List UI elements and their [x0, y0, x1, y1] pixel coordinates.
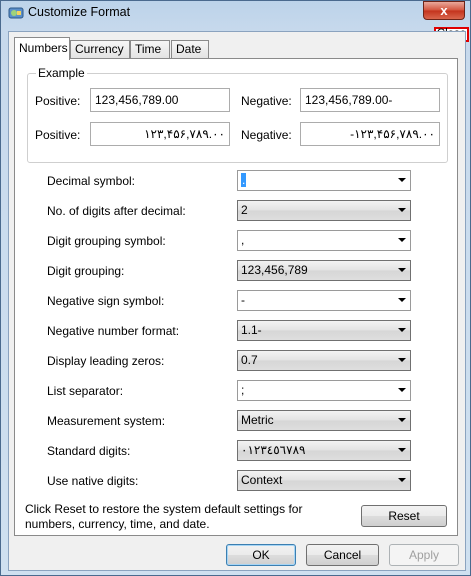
- negative-example-field: 123,456,789.00-: [300, 88, 440, 112]
- chevron-down-icon: [398, 388, 406, 392]
- negative-label: Negative:: [241, 94, 292, 108]
- use-native-digits-label: Use native digits:: [47, 474, 139, 488]
- reset-note: Click Reset to restore the system defaul…: [25, 502, 303, 531]
- display-leading-zeros-value: 0.7: [241, 353, 258, 367]
- list-separator-label: List separator:: [47, 384, 124, 398]
- chevron-down-icon: [398, 478, 406, 482]
- negative-number-format-label: Negative number format:: [47, 324, 180, 338]
- use-native-digits-dropdown[interactable]: Context: [237, 470, 411, 491]
- control-panel-icon: [8, 7, 24, 19]
- decimal-symbol-value: .: [241, 173, 247, 187]
- tab-date[interactable]: Date: [171, 40, 209, 58]
- digits-after-decimal-dropdown[interactable]: 2: [237, 200, 411, 221]
- display-leading-zeros-dropdown[interactable]: 0.7: [237, 350, 411, 371]
- window-close-button[interactable]: x: [423, 1, 465, 20]
- standard-digits-dropdown[interactable]: ٠١٢٣٤٥٦٧٨٩: [237, 440, 411, 461]
- chevron-down-icon: [398, 268, 406, 272]
- list-separator-combo[interactable]: ;: [237, 380, 411, 401]
- chevron-down-icon: [398, 328, 406, 332]
- chevron-down-icon: [398, 358, 406, 362]
- positive-example-field: 123,456,789.00: [90, 88, 230, 112]
- tab-numbers[interactable]: Numbers: [14, 37, 70, 60]
- negative-native-example-field: -۱۲۳,۴۵۶,۷۸۹.۰۰: [300, 122, 440, 146]
- negative-number-format-dropdown[interactable]: 1.1-: [237, 320, 411, 341]
- digit-grouping-symbol-value: ,: [241, 233, 245, 247]
- digit-grouping-symbol-label: Digit grouping symbol:: [47, 234, 166, 248]
- measurement-system-value: Metric: [241, 413, 274, 427]
- display-leading-zeros-label: Display leading zeros:: [47, 354, 165, 368]
- measurement-system-dropdown[interactable]: Metric: [237, 410, 411, 431]
- standard-digits-value: ٠١٢٣٤٥٦٧٨٩: [241, 443, 306, 457]
- digit-grouping-label: Digit grouping:: [47, 264, 125, 278]
- decimal-symbol-combo[interactable]: .: [237, 170, 411, 191]
- title-bar[interactable]: Customize Format x: [1, 1, 470, 25]
- use-native-digits-value: Context: [241, 473, 283, 487]
- chevron-down-icon: [398, 208, 406, 212]
- example-group-title: Example: [36, 66, 87, 80]
- negative-number-format-value: 1.1-: [241, 323, 262, 337]
- apply-button: Apply: [389, 544, 459, 566]
- tab-time[interactable]: Time: [130, 40, 170, 58]
- standard-digits-label: Standard digits:: [47, 444, 131, 458]
- digits-after-decimal-label: No. of digits after decimal:: [47, 204, 186, 218]
- negative-sign-symbol-combo[interactable]: -: [237, 290, 411, 311]
- decimal-symbol-label: Decimal symbol:: [47, 174, 136, 188]
- tab-currency[interactable]: Currency: [70, 40, 130, 58]
- list-separator-value: ;: [241, 383, 245, 397]
- cancel-button[interactable]: Cancel: [306, 544, 379, 566]
- digit-grouping-symbol-combo[interactable]: ,: [237, 230, 411, 251]
- chevron-down-icon: [398, 448, 406, 452]
- digit-grouping-dropdown[interactable]: 123,456,789: [237, 260, 411, 281]
- numbers-panel: Example Positive: 123,456,789.00 Negativ…: [14, 58, 458, 536]
- customize-format-window: Customize Format x Close Numbers Currenc…: [0, 0, 471, 576]
- example-group: Example Positive: 123,456,789.00 Negativ…: [27, 66, 448, 163]
- chevron-down-icon: [398, 178, 406, 182]
- reset-button[interactable]: Reset: [361, 505, 447, 527]
- ok-button[interactable]: OK: [226, 544, 296, 566]
- positive-label: Positive:: [35, 94, 81, 108]
- positive-native-example-field: ۱۲۳,۴۵۶,۷۸۹.۰۰: [90, 122, 230, 146]
- negative-native-label: Negative:: [241, 128, 292, 142]
- negative-sign-symbol-value: -: [241, 293, 245, 307]
- measurement-system-label: Measurement system:: [47, 414, 166, 428]
- digits-after-decimal-value: 2: [241, 203, 248, 217]
- chevron-down-icon: [398, 298, 406, 302]
- window-title: Customize Format: [28, 5, 131, 19]
- chevron-down-icon: [398, 418, 406, 422]
- chevron-down-icon: [398, 238, 406, 242]
- digit-grouping-value: 123,456,789: [241, 263, 308, 277]
- negative-sign-symbol-label: Negative sign symbol:: [47, 294, 165, 308]
- dialog-client: Numbers Currency Time Date Example Posit…: [8, 31, 466, 571]
- positive-native-label: Positive:: [35, 128, 81, 142]
